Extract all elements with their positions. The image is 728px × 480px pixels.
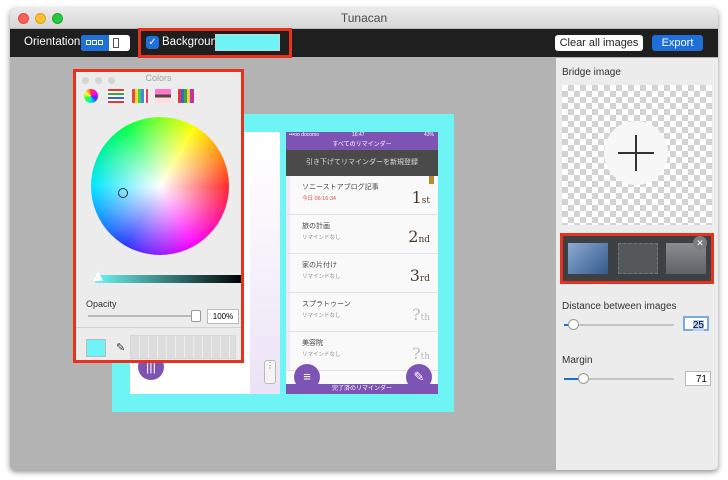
background-color-well[interactable] bbox=[215, 34, 280, 51]
clear-all-images-button[interactable]: Clear all images bbox=[555, 35, 643, 51]
distance-slider-thumb[interactable] bbox=[568, 319, 579, 330]
toolbar: Orientation ✓ Background Clear all image… bbox=[10, 28, 718, 58]
completed-footer: 完了済のリマインダー bbox=[286, 384, 438, 394]
reminder-title: 旅の計画 bbox=[302, 223, 330, 230]
more-icon: ⋮ bbox=[264, 360, 276, 384]
reminder-title: 家の片付け bbox=[302, 262, 337, 269]
add-image-button[interactable] bbox=[604, 121, 668, 185]
sidebar: Bridge image ✕ Distance between images 2… bbox=[556, 58, 718, 470]
distance-field[interactable]: 25 bbox=[683, 316, 709, 331]
reminder-subtitle: 今日 06:16:34 bbox=[302, 196, 336, 202]
rank-label: ?th bbox=[412, 344, 430, 363]
margin-field[interactable]: 71 bbox=[685, 371, 711, 386]
reminder-title: ソニーストアブログ記事 bbox=[302, 184, 379, 191]
rank-label: 1st bbox=[411, 188, 430, 207]
vertical-orientation-icon[interactable] bbox=[113, 38, 119, 48]
thumbnails-highlight-box bbox=[560, 233, 714, 284]
status-time: 16:47 bbox=[352, 132, 365, 138]
margin-label: Margin bbox=[562, 355, 593, 366]
title-bar: Tunacan bbox=[10, 8, 718, 29]
status-bar: •••oo docomo 16:47 43% bbox=[286, 132, 438, 140]
list-item: 旅の計画 リマインドなし 2nd bbox=[286, 215, 438, 254]
list-item: スプラトゥーン リマインドなし ?th bbox=[286, 293, 438, 332]
list-item: ソニーストアブログ記事 今日 06:16:34 1st bbox=[286, 176, 438, 215]
reminder-title: スプラトゥーン bbox=[302, 301, 351, 308]
battery-text: 43% bbox=[423, 132, 434, 138]
orientation-toggle[interactable] bbox=[81, 35, 130, 51]
list-header: すべてのリマインダー bbox=[286, 140, 438, 150]
rank-label: ?th bbox=[412, 305, 430, 324]
pull-hint: 引き下げてリマインダーを新規登録 bbox=[286, 150, 438, 176]
reminder-title: 美容院 bbox=[302, 340, 323, 347]
app-window: Tunacan Orientation ✓ Background Clear a… bbox=[10, 8, 718, 470]
distance-label: Distance between images bbox=[562, 301, 677, 312]
carrier-text: •••oo docomo bbox=[289, 132, 319, 138]
reminder-subtitle: リマインドなし bbox=[302, 352, 341, 358]
distance-slider[interactable] bbox=[564, 319, 674, 330]
rank-label: 3rd bbox=[409, 266, 430, 285]
reminder-subtitle: リマインドなし bbox=[302, 274, 341, 280]
window-title: Tunacan bbox=[340, 11, 388, 25]
bridge-image-drop-area[interactable] bbox=[562, 85, 712, 225]
export-button[interactable]: Export bbox=[652, 35, 703, 51]
reminder-subtitle: リマインドなし bbox=[302, 313, 341, 319]
margin-slider[interactable] bbox=[564, 373, 674, 384]
bookmark-icon bbox=[429, 176, 434, 184]
rank-label: 2nd bbox=[408, 227, 430, 246]
list-item: 家の片付け リマインドなし 3rd bbox=[286, 254, 438, 293]
horizontal-orientation-icon[interactable] bbox=[81, 35, 109, 51]
bridge-image-label: Bridge image bbox=[562, 67, 621, 78]
colors-panel-highlight-box bbox=[73, 69, 244, 363]
preview-screenshot-2: •••oo docomo 16:47 43% すべてのリマインダー 引き下げてリ… bbox=[286, 132, 438, 394]
orientation-label: Orientation bbox=[24, 36, 81, 48]
reminder-subtitle: リマインドなし bbox=[302, 235, 341, 241]
background-checkbox[interactable]: ✓ bbox=[146, 36, 159, 49]
margin-slider-thumb[interactable] bbox=[578, 373, 589, 384]
